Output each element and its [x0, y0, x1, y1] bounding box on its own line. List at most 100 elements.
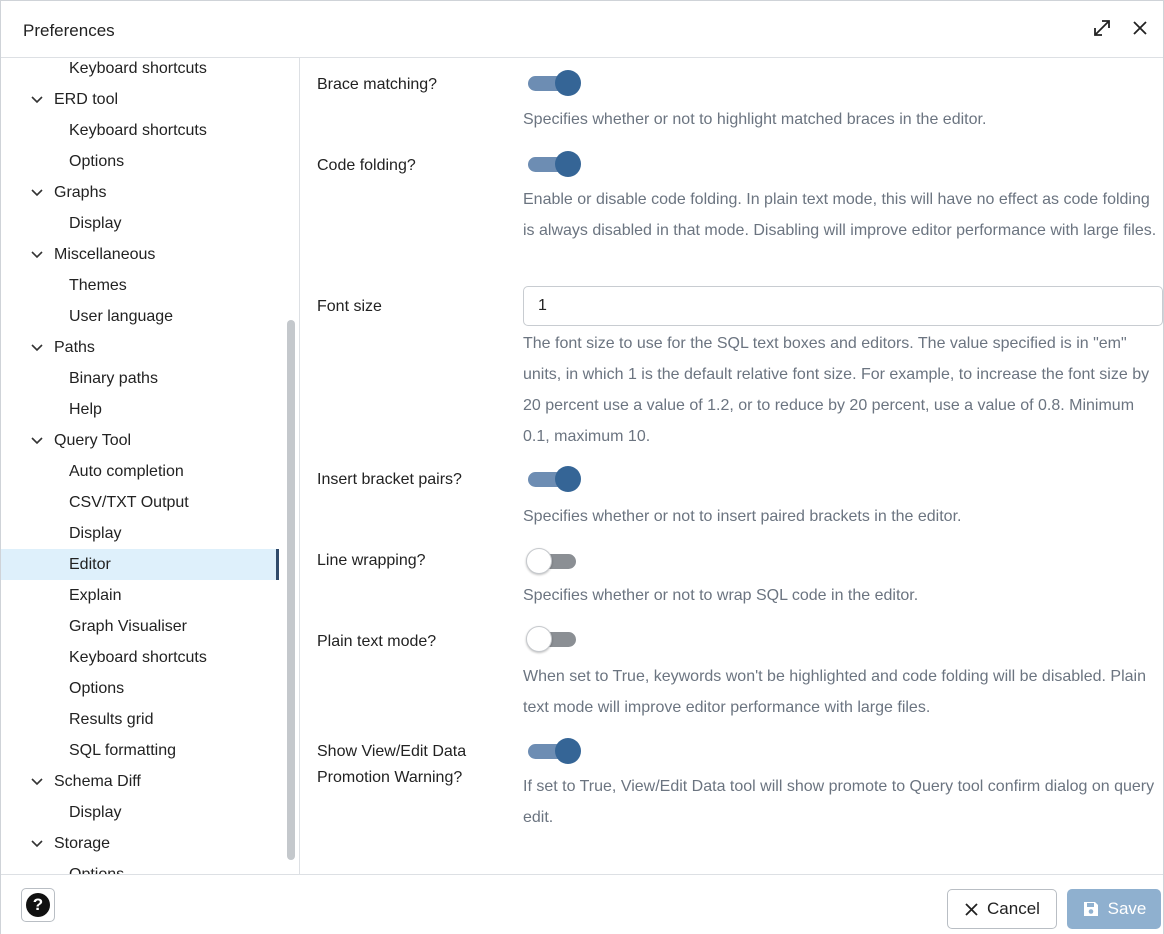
sidebar-item-label: Explain: [69, 586, 122, 604]
sidebar-item-keyboard-shortcuts[interactable]: Keyboard shortcuts: [1, 642, 283, 673]
sidebar-item-themes[interactable]: Themes: [1, 270, 283, 301]
sidebar-item-paths[interactable]: Paths: [1, 332, 283, 363]
sidebar-item-label: Results grid: [69, 710, 154, 728]
sidebar-item-keyboard-shortcuts[interactable]: Keyboard shortcuts: [1, 58, 283, 84]
toggle-knob: [555, 70, 581, 96]
insert-bracket-pairs-label: Insert bracket pairs?: [317, 471, 462, 488]
sidebar-item-label: Paths: [54, 338, 95, 356]
chevron-down-icon[interactable]: [31, 250, 47, 259]
chevron-down-icon[interactable]: [31, 436, 47, 445]
sidebar-item-display[interactable]: Display: [1, 797, 283, 828]
expand-icon[interactable]: [1089, 15, 1115, 41]
dialog-header: Preferences: [1, 1, 1163, 58]
sidebar-item-storage[interactable]: Storage: [1, 828, 283, 859]
save-button[interactable]: Save: [1067, 889, 1161, 929]
dialog-title: Preferences: [23, 21, 115, 40]
code-folding-toggle[interactable]: [525, 147, 581, 181]
brace-matching-label: Brace matching?: [317, 76, 438, 93]
toggle-knob: [526, 548, 552, 574]
sidebar-item-auto-completion[interactable]: Auto completion: [1, 456, 283, 487]
sidebar-item-options[interactable]: Options: [1, 146, 283, 177]
sidebar-item-miscellaneous[interactable]: Miscellaneous: [1, 239, 283, 270]
chevron-down-icon[interactable]: [31, 343, 47, 352]
sidebar-item-query-tool[interactable]: Query Tool: [1, 425, 283, 456]
sidebar-item-label: Auto completion: [69, 462, 184, 480]
line-wrapping-toggle[interactable]: [525, 544, 581, 578]
plain-text-mode-description: When set to True, keywords won't be high…: [523, 668, 1146, 716]
code-folding-label: Code folding?: [317, 157, 416, 174]
promotion-warning-description: If set to True, View/Edit Data tool will…: [523, 778, 1155, 826]
font-size-label: Font size: [317, 298, 382, 315]
sidebar-item-label: SQL formatting: [69, 741, 177, 759]
font-size-input[interactable]: 1: [523, 286, 1163, 326]
help-button[interactable]: ?: [21, 888, 55, 922]
line-wrapping-label: Line wrapping?: [317, 552, 426, 569]
sidebar-item-label: Query Tool: [54, 431, 132, 449]
dialog-footer: ? Cancel Save: [1, 874, 1163, 934]
sidebar-item-label: Display: [69, 214, 122, 232]
sidebar-item-explain[interactable]: Explain: [1, 580, 283, 611]
preferences-tree-sidebar: Keyboard shortcuts ERD tool Keyboard short…: [1, 58, 300, 874]
toggle-knob: [555, 151, 581, 177]
promotion-warning-toggle[interactable]: [525, 734, 581, 768]
brace-matching-description: Specifies whether or not to highlight ma…: [523, 111, 987, 128]
sidebar-item-display[interactable]: Display: [1, 208, 283, 239]
sidebar-item-editor[interactable]: Editor: [1, 549, 279, 580]
save-label: Save: [1107, 899, 1147, 918]
code-folding-description: Enable or disable code folding. In plain…: [523, 191, 1157, 239]
sidebar-item-label: Options: [69, 152, 125, 170]
insert-bracket-pairs-description: Specifies whether or not to insert paire…: [523, 508, 962, 525]
sidebar-item-graphs[interactable]: Graphs: [1, 177, 283, 208]
chevron-down-icon[interactable]: [31, 95, 47, 104]
toggle-knob: [526, 626, 552, 652]
sidebar-item-label: Graph Visualiser: [69, 617, 187, 635]
sidebar-item-label: Display: [69, 524, 122, 542]
sidebar-item-label: Keyboard shortcuts: [69, 59, 207, 77]
font-size-description: The font size to use for the SQL text bo…: [523, 335, 1150, 445]
brace-matching-toggle[interactable]: [525, 66, 581, 100]
sidebar-item-graph-visualiser[interactable]: Graph Visualiser: [1, 611, 283, 642]
insert-bracket-pairs-toggle[interactable]: [525, 462, 581, 496]
sidebar-item-label: Keyboard shortcuts: [69, 648, 207, 666]
sidebar-item-keyboard-shortcuts[interactable]: Keyboard shortcuts: [1, 115, 283, 146]
sidebar-item-sql-formatting[interactable]: SQL formatting: [1, 735, 283, 766]
sidebar-item-erd-tool[interactable]: ERD tool: [1, 84, 283, 115]
chevron-down-icon[interactable]: [31, 777, 47, 786]
chevron-down-icon[interactable]: [31, 188, 47, 197]
question-circle-icon: ?: [26, 893, 50, 917]
cancel-label: Cancel: [987, 899, 1040, 918]
sidebar-item-label: User language: [69, 307, 174, 325]
preferences-tree: Keyboard shortcuts ERD tool Keyboard short…: [1, 58, 283, 874]
sidebar-item-user-language[interactable]: User language: [1, 301, 283, 332]
cancel-button[interactable]: Cancel: [947, 889, 1057, 929]
sidebar-item-label: Binary paths: [69, 369, 158, 387]
toggle-knob: [555, 738, 581, 764]
sidebar-item-label: Storage: [54, 834, 111, 852]
sidebar-item-options[interactable]: Options: [1, 673, 283, 704]
sidebar-item-schema-diff[interactable]: Schema Diff: [1, 766, 283, 797]
sidebar-item-help[interactable]: Help: [1, 394, 283, 425]
sidebar-item-csv-txt-output[interactable]: CSV/TXT Output: [1, 487, 283, 518]
sidebar-item-label: Display: [69, 803, 122, 821]
sidebar-item-label: Graphs: [54, 183, 107, 201]
chevron-down-icon[interactable]: [31, 839, 47, 848]
sidebar-item-options[interactable]: Options: [1, 859, 283, 875]
sidebar-item-label: ERD tool: [54, 90, 119, 108]
sidebar-item-label: Options: [69, 865, 125, 875]
sidebar-item-label: Options: [69, 679, 125, 697]
plain-text-mode-label: Plain text mode?: [317, 633, 437, 650]
sidebar-item-label: Help: [69, 400, 102, 418]
sidebar-item-label: CSV/TXT Output: [69, 493, 189, 511]
sidebar-item-display[interactable]: Display: [1, 518, 283, 549]
promotion-warning-label-line1: Show View/Edit Data: [317, 743, 467, 760]
sidebar-item-label: Miscellaneous: [54, 245, 156, 263]
close-icon[interactable]: [1127, 15, 1153, 41]
editor-settings-panel: Brace matching? Specifies whether or not…: [301, 58, 1164, 874]
plain-text-mode-toggle[interactable]: [525, 622, 581, 656]
toggle-knob: [555, 466, 581, 492]
sidebar-item-label: Keyboard shortcuts: [69, 121, 207, 139]
sidebar-item-binary-paths[interactable]: Binary paths: [1, 363, 283, 394]
sidebar-scrollbar[interactable]: [287, 320, 295, 860]
sidebar-item-results-grid[interactable]: Results grid: [1, 704, 283, 735]
preferences-dialog: Preferences Keyboard shortcuts ERD tool Ke…: [0, 0, 1164, 934]
